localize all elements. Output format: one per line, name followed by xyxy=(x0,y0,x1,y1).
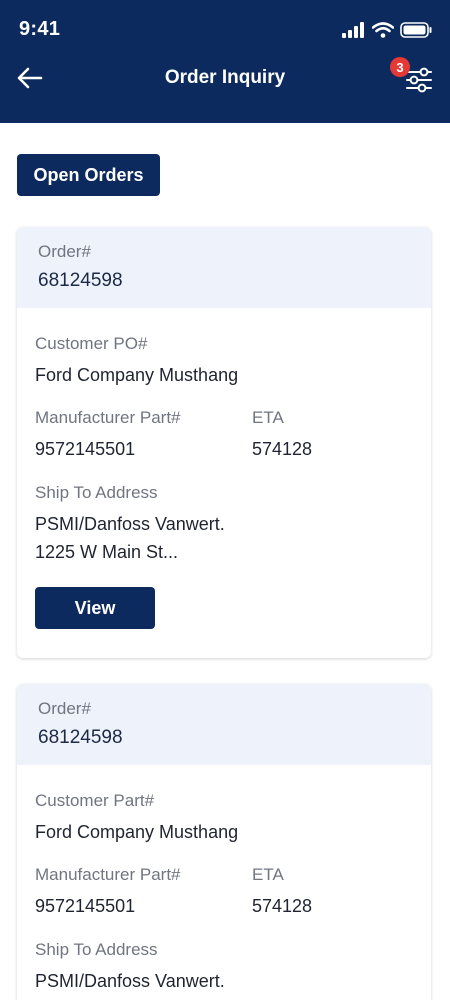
ship-to-address-field: Ship To Address PSMI/Danfoss Vanwert. xyxy=(35,940,225,994)
battery-icon xyxy=(400,22,432,38)
eta-label: ETA xyxy=(252,408,284,427)
eta-field: ETA 574128 xyxy=(252,408,312,462)
customer-po-label: Customer PO# xyxy=(35,334,148,353)
ship-to-address-label: Ship To Address xyxy=(35,940,158,959)
ship-to-address-line: PSMI/Danfoss Vanwert. xyxy=(35,971,225,991)
order-number: 68124598 xyxy=(38,270,123,291)
manufacturer-part-field: Manufacturer Part# 9572145501 xyxy=(35,408,181,462)
eta-value: 574128 xyxy=(252,439,313,459)
view-order-button[interactable]: View xyxy=(35,587,155,629)
signal-icon xyxy=(342,22,364,38)
ship-to-address-line: 1225 W Main St... xyxy=(35,542,179,562)
order-number-label: Order# xyxy=(38,699,91,718)
wifi-icon xyxy=(372,22,394,38)
customer-part-label: Customer Part# xyxy=(35,791,155,810)
manufacturer-part-field: Manufacturer Part# 9572145501 xyxy=(35,865,181,919)
filter-count-badge: 3 xyxy=(390,57,410,77)
eta-value: 574128 xyxy=(252,896,313,916)
manufacturer-part-value: 9572145501 xyxy=(35,439,136,459)
eta-field: ETA 574128 xyxy=(252,865,312,919)
customer-po-value: Ford Company Musthang xyxy=(35,365,239,385)
page-title: Order Inquiry xyxy=(164,67,286,88)
order-card-header: Order# 68124598 xyxy=(17,684,431,765)
order-number-label: Order# xyxy=(38,242,91,261)
eta-label: ETA xyxy=(252,865,284,884)
ship-to-address-line: PSMI/Danfoss Vanwert. xyxy=(35,514,225,534)
open-orders-chip[interactable]: Open Orders xyxy=(17,154,160,196)
status-icons xyxy=(342,20,432,40)
manufacturer-part-label: Manufacturer Part# xyxy=(35,865,181,884)
order-card: Order# 68124598 Customer Part# Ford Comp… xyxy=(17,684,431,1000)
ship-to-address-field: Ship To Address PSMI/Danfoss Vanwert. 12… xyxy=(35,483,225,565)
customer-po-field: Customer PO# Ford Company Musthang xyxy=(35,334,238,388)
manufacturer-part-value: 9572145501 xyxy=(35,896,136,916)
app-header: 9:41 Order Inquiry 3 xyxy=(0,0,450,123)
customer-part-field: Customer Part# Ford Company Musthang xyxy=(35,791,238,845)
manufacturer-part-label: Manufacturer Part# xyxy=(35,408,181,427)
ship-to-address-label: Ship To Address xyxy=(35,483,158,502)
order-card: Order# 68124598 Customer PO# Ford Compan… xyxy=(17,227,431,658)
order-card-header: Order# 68124598 xyxy=(17,227,431,308)
customer-part-value: Ford Company Musthang xyxy=(35,822,239,842)
status-time: 9:41 xyxy=(19,18,61,40)
order-number: 68124598 xyxy=(38,727,123,748)
